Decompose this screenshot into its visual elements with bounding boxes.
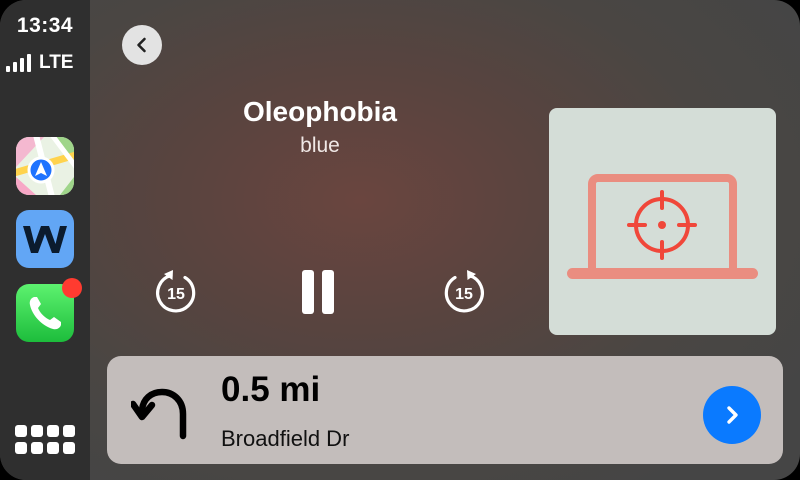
signal-status: LTE [6,52,73,72]
w-app-icon [16,210,74,268]
grid-dot [47,425,59,437]
chevron-left-icon [137,37,146,53]
maneuver-distance: 0.5 mi [221,370,321,409]
street-name: Broadfield Dr [221,426,350,451]
track-artist: blue [300,134,340,157]
signal-bar [6,66,10,72]
skip-forward-seconds: 15 [455,286,473,303]
back-button[interactable] [122,25,162,65]
grid-dot [31,425,43,437]
track-title: Oleophobia [243,96,397,127]
pause-icon [302,270,334,314]
signal-bar [20,58,24,72]
maps-app-icon[interactable] [16,137,74,195]
grid-dot [31,442,43,454]
sidebar: 13:34 LTE [0,0,90,480]
skip-back-15-icon: 15 [156,270,196,313]
status-time: 13:34 [16,14,74,37]
laptop-target-icon [567,174,758,279]
signal-bar [27,54,31,72]
skip-back-button[interactable]: 15 [152,268,200,316]
notification-badge [62,278,82,298]
skip-forward-15-icon: 15 [444,270,484,313]
grid-dot [63,425,75,437]
app-grid-icon[interactable] [15,425,77,459]
skip-forward-button[interactable]: 15 [440,268,488,316]
grid-dot [47,442,59,454]
navigation-card[interactable]: 0.5 mi Broadfield Dr [107,356,783,464]
grid-dot [63,442,75,454]
signal-bar [13,62,17,72]
open-maps-button[interactable] [703,386,761,444]
album-artwork[interactable] [549,108,776,335]
skip-back-seconds: 15 [167,286,185,303]
network-type: LTE [39,52,74,73]
chevron-right-icon [727,406,738,424]
w-app-button[interactable] [16,210,74,268]
u-turn-left-icon [131,388,187,440]
carplay-screen: 13:34 LTE Oleophobia blue 15 15 0.5 mi B… [0,0,800,480]
maps-icon [16,137,74,195]
pause-button[interactable] [296,266,342,318]
grid-dot [15,442,27,454]
grid-dot [15,425,27,437]
